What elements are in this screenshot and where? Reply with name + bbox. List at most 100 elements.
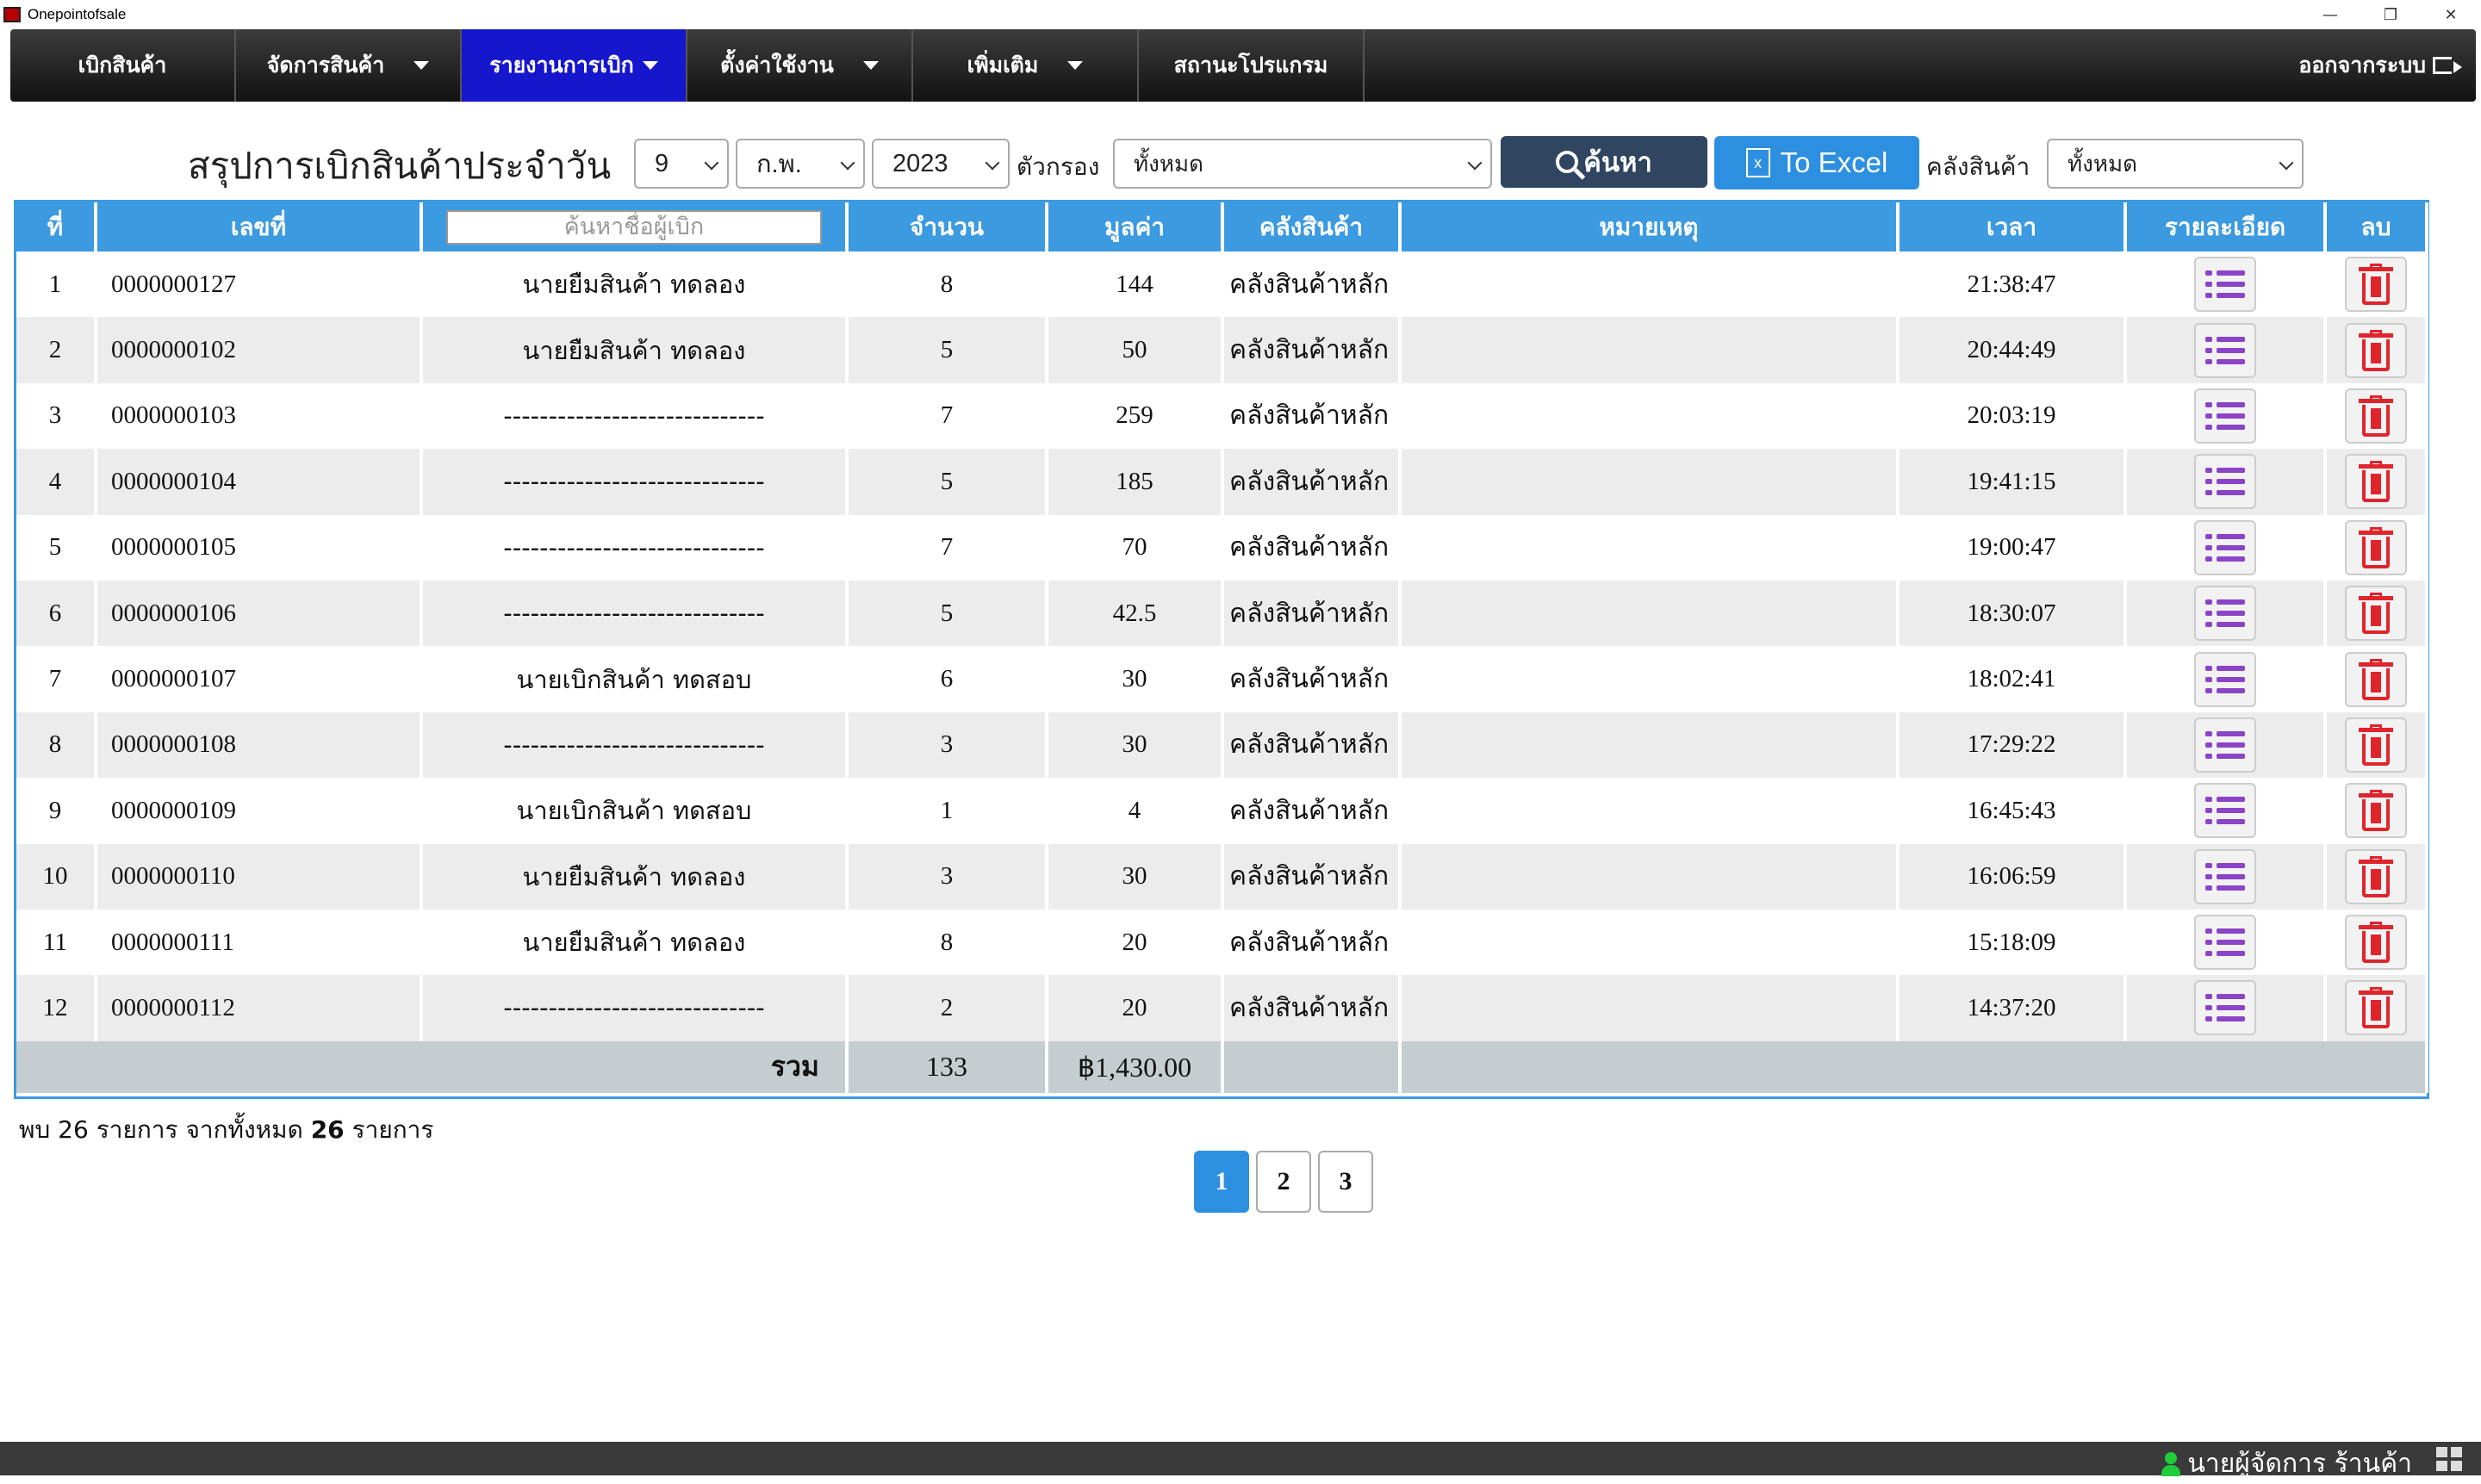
detail-button[interactable] (2194, 454, 2256, 510)
cell-warehouse: คลังสินค้าหลัก (1222, 449, 1402, 515)
menu-item-label: รายงานการเบิก (489, 53, 634, 78)
export-excel-button[interactable]: x To Excel (1714, 136, 1919, 189)
grid-icon[interactable] (2436, 1447, 2462, 1471)
table-body: 1 0000000127 นายยืมสินค้า ทดลอง 8 144 คลังสิน… (16, 251, 2428, 1041)
delete-button[interactable] (2345, 980, 2407, 1036)
search-button-label: ค้นหา (1583, 147, 1652, 178)
requester-search-input[interactable]: ค้นหาชื่อผู้เบิก (446, 209, 822, 245)
table-row: 11 0000000111 นายยืมสินค้า ทดลอง 8 20 คลังสิน… (16, 909, 2428, 976)
cell-warehouse: คลังสินค้าหลัก (1222, 778, 1402, 844)
close-button[interactable]: ✕ (2421, 0, 2481, 29)
cell-requester: นายยืมสินค้า ทดลอง (421, 843, 849, 910)
total-value: ฿1,430.00 (1047, 1040, 1224, 1093)
cell-note (1400, 711, 1900, 779)
col-header-requester: ค้นหาชื่อผู้เบิก (421, 202, 849, 251)
list-icon (2205, 861, 2245, 892)
menu-item-manage-products[interactable]: จัดการสินค้า (236, 29, 462, 102)
col-header-time: เวลา (1898, 202, 2127, 251)
delete-button[interactable] (2345, 388, 2407, 444)
cell-requester: ----------------------------- (421, 580, 849, 647)
caret-down-icon (642, 61, 658, 70)
cell-time: 14:37:20 (1898, 975, 2127, 1041)
trash-icon (2359, 461, 2393, 503)
menu-item-program-status[interactable]: สถานะโปรแกรม (1139, 29, 1365, 102)
cell-time: 15:18:09 (1898, 909, 2127, 976)
cell-warehouse: คลังสินค้าหลัก (1222, 580, 1402, 647)
page-button-1[interactable]: 1 (1194, 1151, 1249, 1213)
minimize-button[interactable]: — (2300, 0, 2360, 29)
page-button-2[interactable]: 2 (1256, 1151, 1311, 1213)
trash-icon (2359, 264, 2393, 306)
detail-button[interactable] (2194, 783, 2256, 839)
cell-time: 20:03:19 (1898, 382, 2127, 450)
result-count: พบ 26 รายการ จากทั้งหมด 26 รายการ (19, 1111, 433, 1149)
detail-button[interactable] (2194, 848, 2256, 904)
col-header-value: มูลค่า (1047, 202, 1224, 251)
trash-icon (2359, 922, 2393, 964)
delete-button[interactable] (2345, 848, 2407, 904)
detail-button[interactable] (2194, 717, 2256, 773)
detail-button[interactable] (2194, 388, 2256, 444)
cell-detail (2125, 975, 2327, 1041)
table-header-row: ที่ เลขที่ ค้นหาชื่อผู้เบิก จำนวน มูลค่า… (16, 202, 2428, 251)
delete-button[interactable] (2345, 915, 2407, 971)
month-value: ก.พ. (756, 151, 802, 178)
delete-button[interactable] (2345, 717, 2407, 773)
menu-item-withdraw-report[interactable]: รายงานการเบิก (462, 29, 687, 102)
page-button-3[interactable]: 3 (1318, 1151, 1373, 1213)
menu-item-label: จัดการสินค้า (266, 53, 385, 78)
col-header-no: ที่ (16, 202, 97, 251)
warehouse-select[interactable]: ทั้งหมด (2047, 139, 2304, 189)
detail-button[interactable] (2194, 980, 2256, 1036)
chevron-down-icon (704, 155, 719, 171)
day-value: 9 (655, 149, 669, 177)
trash-icon (2359, 329, 2393, 371)
cell-note (1400, 778, 1900, 844)
year-select[interactable]: 2023 (872, 139, 1010, 189)
filter-label: ตัวกรอง (1017, 152, 1100, 181)
delete-button[interactable] (2345, 783, 2407, 839)
delete-button[interactable] (2345, 519, 2407, 575)
delete-button[interactable] (2345, 586, 2407, 642)
restore-button[interactable]: ❐ (2360, 0, 2421, 29)
trash-icon (2359, 593, 2393, 635)
delete-button[interactable] (2345, 257, 2407, 313)
logout-button[interactable]: ออกจากระบบ (2298, 29, 2462, 102)
cell-no: 3 (16, 382, 97, 450)
cell-requester: นายยืมสินค้า ทดลอง (421, 909, 849, 976)
menu-item-withdraw[interactable]: เบิกสินค้า (10, 29, 236, 102)
detail-button[interactable] (2194, 586, 2256, 642)
cell-no: 5 (16, 514, 97, 581)
col-header-doc: เลขที่ (96, 202, 423, 251)
cell-qty: 8 (847, 251, 1048, 318)
menu-item-label: เพิ่มเติม (967, 53, 1039, 78)
day-select[interactable]: 9 (634, 139, 729, 189)
detail-button[interactable] (2194, 519, 2256, 575)
delete-button[interactable] (2345, 651, 2407, 707)
cell-delete (2325, 909, 2428, 976)
table-row: 3 0000000103 -----------------------------… (16, 382, 2428, 450)
list-icon (2205, 730, 2245, 761)
cell-no: 1 (16, 251, 97, 318)
cell-qty: 3 (847, 843, 1048, 910)
detail-button[interactable] (2194, 257, 2256, 313)
delete-button[interactable] (2345, 454, 2407, 510)
cell-note (1400, 646, 1900, 712)
filter-select[interactable]: ทั้งหมด (1113, 139, 1492, 189)
menu-item-more[interactable]: เพิ่มเติม (913, 29, 1139, 102)
table-row: 2 0000000102 นายยืมสินค้า ทดลอง 5 50 คลังสินค… (16, 317, 2428, 383)
result-prefix: พบ (19, 1115, 51, 1144)
cell-detail (2125, 711, 2327, 779)
cell-value: 30 (1047, 843, 1224, 910)
delete-button[interactable] (2345, 322, 2407, 378)
detail-button[interactable] (2194, 651, 2256, 707)
total-qty: 133 (847, 1040, 1048, 1093)
menu-item-settings[interactable]: ตั้งค่าใช้งาน (687, 29, 913, 102)
detail-button[interactable] (2194, 322, 2256, 378)
search-button[interactable]: ค้นหา (1501, 136, 1707, 188)
logout-label: ออกจากระบบ (2298, 53, 2426, 78)
cell-warehouse: คลังสินค้าหลัก (1222, 843, 1402, 910)
col-header-detail: รายละเอียด (2125, 202, 2327, 251)
detail-button[interactable] (2194, 915, 2256, 971)
month-select[interactable]: ก.พ. (736, 139, 865, 189)
